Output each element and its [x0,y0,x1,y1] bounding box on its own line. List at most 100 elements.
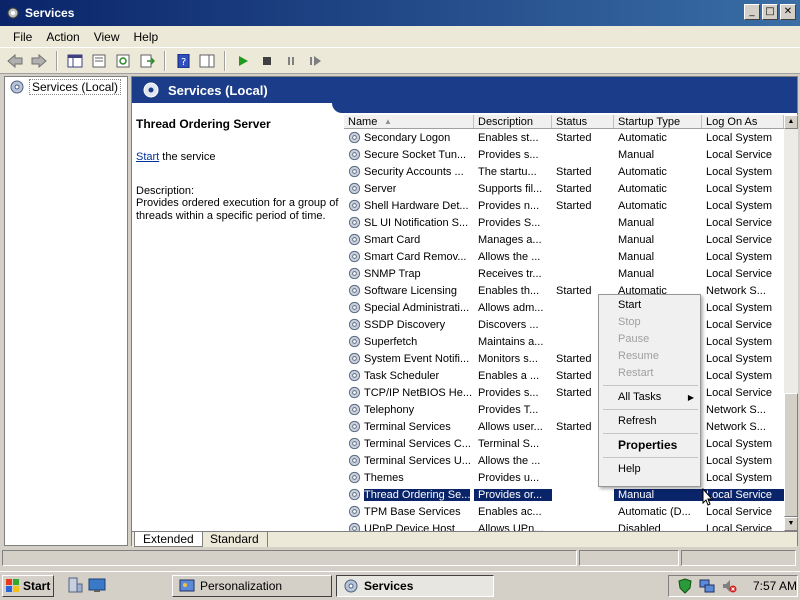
stop-icon [263,56,271,65]
properties-toolbar-button[interactable] [88,50,110,72]
table-row[interactable]: Server Supports fil... Started Automatic Loc… [344,180,784,197]
maximize-button[interactable]: □ [762,4,778,20]
show-hide-tree-button[interactable] [64,50,86,72]
table-row[interactable]: Secure Socket Tun... Provides s... Manual L… [344,146,784,163]
server-manager-icon[interactable] [66,576,84,594]
cell-name: Software Licensing [344,284,474,297]
cell-description: Allows UPn... [478,522,544,532]
table-row[interactable]: UPnP Device Host Allows UPn... Disabled Loc… [344,520,784,531]
cell-log-on-as: Local System [706,131,773,144]
menu-item-all-tasks[interactable]: All Tasks ▶ [599,389,700,406]
list-body: Secondary Logon Enables st... Started Autom… [344,129,784,531]
show-action-pane-button[interactable] [196,50,218,72]
cell-name: SL UI Notification S... [344,216,474,229]
menu-item-help[interactable]: Help [599,461,700,478]
table-row[interactable]: Thread Ordering Se... Provides or... Manua… [344,486,784,503]
close-button[interactable]: ✕ [780,4,796,20]
start-service-button[interactable] [232,50,254,72]
table-row[interactable]: Secondary Logon Enables st... Started Autom… [344,129,784,146]
start-service-link[interactable]: Start [136,151,159,163]
table-row[interactable]: Special Administrati... Allows adm... Loca… [344,299,784,316]
service-name: UPnP Device Host [364,522,455,532]
table-row[interactable]: Security Accounts ... The startu... Starte… [344,163,784,180]
column-header-description[interactable]: Description [474,115,552,128]
table-row[interactable]: Software Licensing Enables th... Started Au… [344,282,784,299]
table-row[interactable]: TPM Base Services Enables ac... Automatic … [344,503,784,520]
column-header-log-on-as[interactable]: Log On As [702,115,784,128]
help-toolbar-button[interactable]: ? [172,50,194,72]
tab-standard[interactable]: Standard [202,532,268,547]
taskbar-button-personalization[interactable]: Personalization [172,575,332,597]
taskbar-button-label: Services [364,579,414,593]
play-icon [239,55,248,66]
tab-extended[interactable]: Extended [134,532,203,547]
column-header-name[interactable]: Name ▲ [344,115,474,128]
taskbar-button-services[interactable]: Services [336,575,494,597]
svg-text:?: ? [181,57,186,68]
table-row[interactable]: Terminal Services U... Allows the ... Loca… [344,452,784,469]
services-list: Name ▲ Description Status Startup Type Lo… [344,115,784,531]
table-row[interactable]: Telephony Provides T... Network S... [344,401,784,418]
cell-startup-type: Automatic (D... [618,505,691,518]
security-shield-icon[interactable] [677,578,693,594]
table-row[interactable]: Smart Card Manages a... Manual Local Servic… [344,231,784,248]
menu-file[interactable]: File [6,30,39,44]
menu-item-refresh[interactable]: Refresh [599,413,700,430]
show-desktop-icon[interactable] [88,576,106,594]
table-row[interactable]: Terminal Services C... Terminal S... Local… [344,435,784,452]
service-gear-icon [348,352,361,365]
cell-name: Terminal Services C... [344,437,474,450]
cell-description: The startu... [478,165,537,178]
vertical-scrollbar[interactable]: ▲ ▼ [784,115,798,531]
minimize-button[interactable]: _ [744,4,760,20]
cell-description: Enables a ... [478,369,540,382]
restart-service-button[interactable] [304,50,326,72]
column-header-startup-type[interactable]: Startup Type [614,115,702,128]
menu-item-properties[interactable]: Properties [599,437,700,454]
help-book-icon: ? [177,53,190,68]
table-row[interactable]: System Event Notifi... Monitors s... Start… [344,350,784,367]
menu-item-start[interactable]: Start [599,297,700,314]
start-button[interactable]: Start [2,575,54,597]
table-row[interactable]: Terminal Services Allows user... Started Ne… [344,418,784,435]
cell-description: Enables th... [478,284,540,297]
scroll-down-button[interactable]: ▼ [784,517,798,531]
table-row[interactable]: Superfetch Maintains a... Local System [344,333,784,350]
table-row[interactable]: Task Scheduler Enables a ... Started Local … [344,367,784,384]
cell-log-on-as: Local System [706,352,773,365]
export-list-button[interactable] [136,50,158,72]
tree-item-services-local[interactable]: Services (Local) [5,78,127,96]
cell-startup-type: Manual [618,250,655,263]
volume-muted-icon[interactable] [721,578,737,594]
table-row[interactable]: Themes Provides u... Local System [344,469,784,486]
cell-log-on-as: Local System [706,454,773,467]
scroll-up-button[interactable]: ▲ [784,115,798,129]
service-gear-icon [348,522,361,531]
pause-service-button[interactable] [280,50,302,72]
scroll-thumb[interactable] [784,393,798,517]
table-row[interactable]: SSDP Discovery Discovers ... Local Service [344,316,784,333]
cell-log-on-as: Local System [706,199,773,212]
table-row[interactable]: SNMP Trap Receives tr... Manual Local Servi… [344,265,784,282]
menu-action[interactable]: Action [39,30,86,44]
back-button[interactable] [4,50,26,72]
service-gear-icon [348,318,361,331]
stop-service-button[interactable] [256,50,278,72]
forward-button[interactable] [28,50,50,72]
cell-name: TCP/IP NetBIOS He... [344,386,474,399]
table-row[interactable]: SL UI Notification S... Provides S... Manu… [344,214,784,231]
menu-help[interactable]: Help [127,30,166,44]
menu-view[interactable]: View [87,30,127,44]
column-header-status[interactable]: Status [552,115,614,128]
table-row[interactable]: TCP/IP NetBIOS He... Provides s... Started… [344,384,784,401]
status-bar [0,548,800,568]
service-name: Terminal Services U... [364,454,471,467]
cell-name: SNMP Trap [344,267,474,280]
service-gear-icon [348,301,361,314]
cell-description: Provides s... [478,148,539,161]
view-tabs: Extended Standard [132,531,797,547]
table-row[interactable]: Shell Hardware Det... Provides n... Starte… [344,197,784,214]
table-row[interactable]: Smart Card Remov... Allows the ... Manual L… [344,248,784,265]
network-icon[interactable] [699,578,715,594]
refresh-toolbar-button[interactable] [112,50,134,72]
